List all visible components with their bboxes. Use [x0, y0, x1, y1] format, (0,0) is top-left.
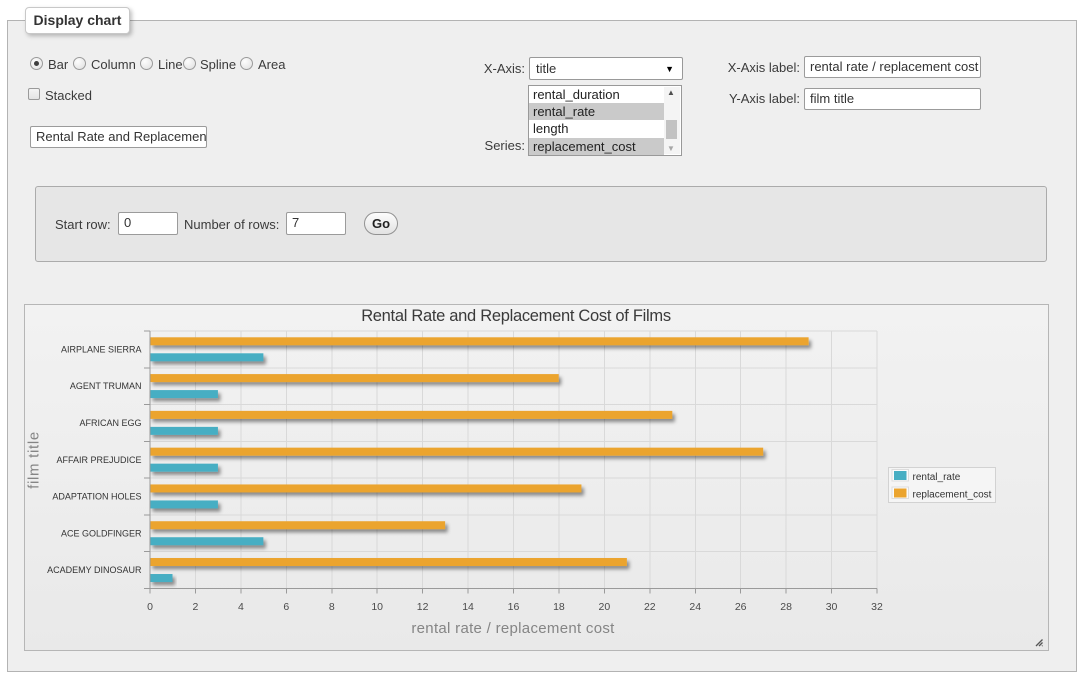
svg-text:AIRPLANE SIERRA: AIRPLANE SIERRA [61, 344, 142, 354]
svg-text:AGENT TRUMAN: AGENT TRUMAN [70, 381, 142, 391]
svg-text:24: 24 [689, 601, 701, 613]
svg-text:2: 2 [193, 601, 199, 613]
svg-text:ACE GOLDFINGER: ACE GOLDFINGER [61, 528, 142, 538]
svg-text:32: 32 [871, 601, 883, 613]
svg-text:ADAPTATION HOLES: ADAPTATION HOLES [52, 492, 141, 502]
svg-text:film title: film title [26, 431, 43, 489]
svg-text:10: 10 [371, 601, 383, 613]
svg-text:22: 22 [644, 601, 656, 613]
svg-text:8: 8 [329, 601, 335, 613]
svg-text:18: 18 [553, 601, 565, 613]
svg-text:16: 16 [508, 601, 520, 613]
svg-text:4: 4 [238, 601, 244, 613]
svg-text:ACADEMY DINOSAUR: ACADEMY DINOSAUR [47, 565, 142, 575]
svg-text:6: 6 [283, 601, 289, 613]
svg-text:Rental Rate and Replacement Co: Rental Rate and Replacement Cost of Film… [361, 307, 671, 325]
svg-text:AFFAIR PREJUDICE: AFFAIR PREJUDICE [56, 455, 141, 465]
svg-text:replacement_cost: replacement_cost [913, 490, 992, 501]
svg-text:28: 28 [780, 601, 792, 613]
svg-text:AFRICAN EGG: AFRICAN EGG [79, 418, 141, 428]
svg-text:rental_rate: rental_rate [913, 472, 961, 483]
svg-text:26: 26 [735, 601, 747, 613]
svg-text:20: 20 [599, 601, 611, 613]
svg-text:14: 14 [462, 601, 474, 613]
svg-text:12: 12 [417, 601, 429, 613]
svg-text:0: 0 [147, 601, 153, 613]
svg-text:30: 30 [826, 601, 838, 613]
svg-text:rental rate / replacement cost: rental rate / replacement cost [411, 620, 615, 637]
